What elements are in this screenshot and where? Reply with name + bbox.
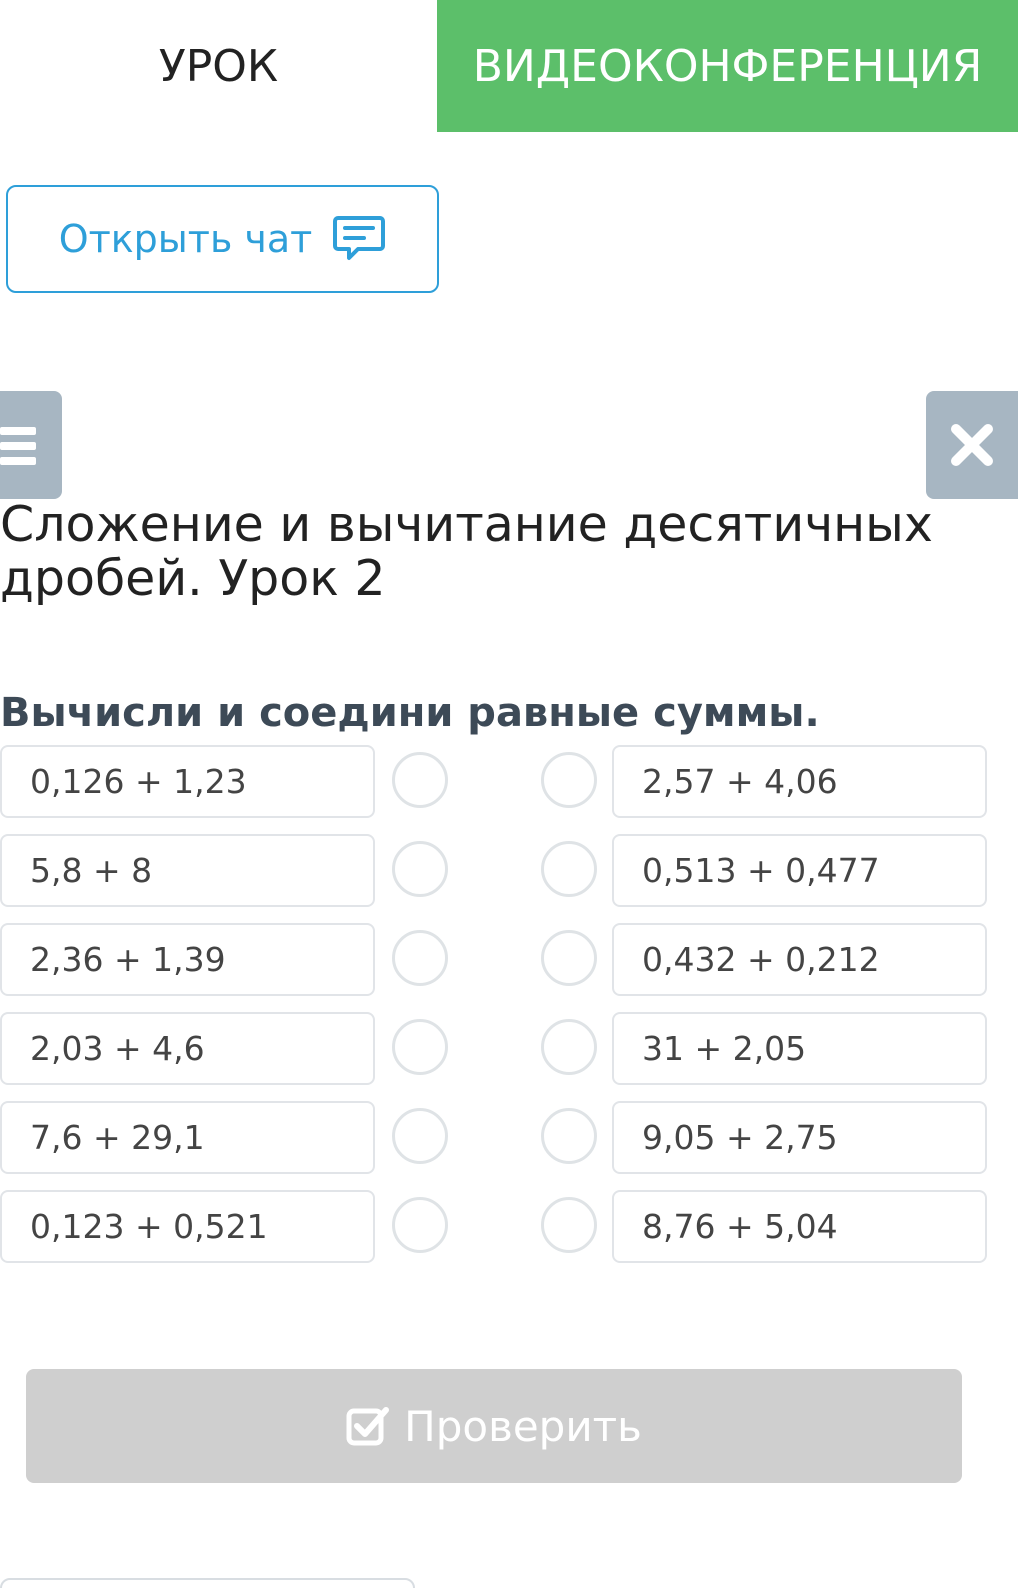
left-item[interactable]: 2,03 + 4,6 bbox=[0, 1012, 375, 1085]
left-connector[interactable] bbox=[392, 1019, 448, 1075]
task-instruction: Вычисли и соедини равные суммы. bbox=[0, 690, 820, 736]
right-item-text: 8,76 + 5,04 bbox=[642, 1207, 838, 1246]
right-item-text: 0,432 + 0,212 bbox=[642, 940, 880, 979]
tab-videoconference-label: ВИДЕОКОНФЕРЕНЦИЯ bbox=[472, 40, 983, 92]
open-chat-button[interactable]: Открыть чат bbox=[6, 185, 439, 293]
left-item-text: 7,6 + 29,1 bbox=[30, 1118, 205, 1157]
left-item[interactable]: 5,8 + 8 bbox=[0, 834, 375, 907]
right-item-text: 0,513 + 0,477 bbox=[642, 851, 880, 890]
close-icon bbox=[951, 424, 993, 466]
left-connector[interactable] bbox=[392, 1197, 448, 1253]
right-connector[interactable] bbox=[541, 752, 597, 808]
left-item[interactable]: 0,126 + 1,23 bbox=[0, 745, 375, 818]
left-connector[interactable] bbox=[392, 930, 448, 986]
close-button[interactable] bbox=[926, 391, 1018, 499]
right-connector[interactable] bbox=[541, 1108, 597, 1164]
left-item-text: 0,123 + 0,521 bbox=[30, 1207, 268, 1246]
right-item[interactable]: 9,05 + 2,75 bbox=[612, 1101, 987, 1174]
left-connector[interactable] bbox=[392, 752, 448, 808]
right-item-text: 31 + 2,05 bbox=[642, 1029, 807, 1068]
left-item[interactable]: 7,6 + 29,1 bbox=[0, 1101, 375, 1174]
menu-button[interactable] bbox=[0, 391, 62, 499]
bottom-panel bbox=[0, 1578, 415, 1588]
check-button[interactable]: Проверить bbox=[26, 1369, 962, 1483]
right-item[interactable]: 0,432 + 0,212 bbox=[612, 923, 987, 996]
right-connector[interactable] bbox=[541, 1197, 597, 1253]
right-item[interactable]: 31 + 2,05 bbox=[612, 1012, 987, 1085]
left-item-text: 2,36 + 1,39 bbox=[30, 940, 226, 979]
right-item[interactable]: 0,513 + 0,477 bbox=[612, 834, 987, 907]
tab-lesson-label: УРОК bbox=[158, 40, 279, 92]
right-connector[interactable] bbox=[541, 930, 597, 986]
lesson-title: Сложение и вычитание десятичных дробей. … bbox=[0, 496, 933, 607]
left-connector[interactable] bbox=[392, 1108, 448, 1164]
left-item-text: 5,8 + 8 bbox=[30, 851, 153, 890]
left-item[interactable]: 0,123 + 0,521 bbox=[0, 1190, 375, 1263]
checkbox-icon bbox=[346, 1407, 390, 1446]
tab-lesson[interactable]: УРОК bbox=[0, 0, 437, 132]
tab-videoconference[interactable]: ВИДЕОКОНФЕРЕНЦИЯ bbox=[437, 0, 1018, 132]
check-button-label: Проверить bbox=[404, 1401, 642, 1451]
right-item-text: 9,05 + 2,75 bbox=[642, 1118, 838, 1157]
left-item[interactable]: 2,36 + 1,39 bbox=[0, 923, 375, 996]
right-item[interactable]: 8,76 + 5,04 bbox=[612, 1190, 987, 1263]
chat-icon bbox=[333, 216, 386, 260]
left-item-text: 0,126 + 1,23 bbox=[30, 762, 247, 801]
left-connector[interactable] bbox=[392, 841, 448, 897]
right-item-text: 2,57 + 4,06 bbox=[642, 762, 838, 801]
left-item-text: 2,03 + 4,6 bbox=[30, 1029, 205, 1068]
page: УРОК ВИДЕОКОНФЕРЕНЦИЯ Открыть чат Сложен… bbox=[0, 0, 1018, 1588]
right-connector[interactable] bbox=[541, 841, 597, 897]
open-chat-label: Открыть чат bbox=[58, 217, 313, 261]
right-connector[interactable] bbox=[541, 1019, 597, 1075]
right-item[interactable]: 2,57 + 4,06 bbox=[612, 745, 987, 818]
